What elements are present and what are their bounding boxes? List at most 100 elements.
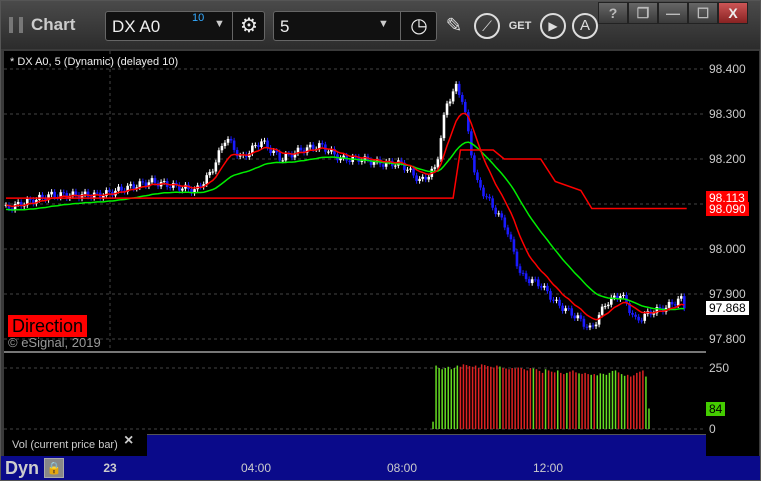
symbol-input[interactable]: DX A0 10 ▼ ⚙ <box>105 11 265 41</box>
candle-body <box>83 191 87 195</box>
candle-body <box>637 316 640 321</box>
candle-body <box>543 285 546 288</box>
candle-body <box>284 153 288 161</box>
candle-body <box>257 145 260 147</box>
candle-body <box>226 138 230 143</box>
interval-value: 5 <box>280 17 290 36</box>
fast-ma-line <box>5 112 685 321</box>
price-tick-label: 98.200 <box>709 152 746 166</box>
candle-body <box>500 213 504 218</box>
volume-pane-label: Vol (current price bar) <box>12 439 118 451</box>
candle-body <box>591 325 595 327</box>
symbol-value: DX A0 <box>112 17 161 36</box>
symbol-badge: 10 <box>192 12 205 24</box>
candle-body <box>281 160 285 162</box>
candle-body <box>564 308 567 311</box>
clock-icon[interactable]: ◷ <box>400 12 437 40</box>
minimize-button[interactable]: — <box>658 2 688 24</box>
candle-body <box>488 196 491 199</box>
candle-body <box>576 315 580 319</box>
time-tick-label: 12:00 <box>533 461 564 475</box>
candle-body <box>588 325 592 328</box>
price-axis[interactable]: 98.40098.30098.20098.10098.00097.90097.8… <box>706 51 759 456</box>
candle-body <box>682 296 686 309</box>
candle-body <box>567 308 570 310</box>
close-pane-icon[interactable]: × <box>124 432 133 450</box>
lock-icon[interactable]: 🔒 <box>44 458 64 478</box>
candle-body <box>421 176 424 179</box>
candle-body <box>220 146 224 151</box>
candle-body <box>62 192 66 194</box>
candle-body <box>634 314 637 317</box>
gear-icon[interactable]: ⚙ <box>232 12 265 40</box>
volume-current-marker: 84 <box>706 401 726 416</box>
candle-body <box>600 306 604 315</box>
candle-body <box>308 144 312 148</box>
candle-body <box>476 172 479 181</box>
candle-body <box>549 291 552 300</box>
candle-body <box>162 181 166 183</box>
time-axis[interactable]: Dyn 🔒 23 04:00 08:00 12:00 <box>1 456 760 480</box>
restore-menu-button[interactable]: ❐ <box>628 2 658 24</box>
alert-icon[interactable]: A <box>572 13 598 39</box>
candle-body <box>266 140 269 148</box>
chart-window: Chart DX A0 10 ▼ ⚙ 5 ▼ ◷ ✎ ⟋ GET ▶ A ? ❐… <box>0 0 761 481</box>
candle-body <box>509 234 513 240</box>
get-icon[interactable]: GET <box>507 13 533 39</box>
help-button[interactable]: ? <box>598 2 628 24</box>
candle-body <box>518 266 522 273</box>
candle-body <box>640 320 643 322</box>
drag-grip-icon[interactable] <box>9 17 23 33</box>
candle-body <box>394 165 397 167</box>
maximize-button[interactable]: ☐ <box>688 2 718 24</box>
price-marker: 97.868 <box>706 301 749 316</box>
candle-body <box>497 213 501 215</box>
mode-label: Dyn <box>5 458 40 478</box>
candle-body <box>214 162 218 172</box>
candle-body <box>473 155 476 173</box>
chart-legend: * DX A0, 5 (Dynamic) (delayed 10) <box>10 56 179 68</box>
candle-body <box>555 299 558 301</box>
candle-body <box>372 161 376 165</box>
candle-body <box>521 272 525 274</box>
candle-body <box>546 285 549 292</box>
pencil-icon[interactable]: ✎ <box>441 13 467 39</box>
study-icon[interactable]: ⟋ <box>474 13 500 39</box>
candle-body <box>232 140 236 150</box>
candle-body <box>463 101 467 113</box>
candle-body <box>667 301 671 308</box>
candle-body <box>643 313 647 321</box>
candle-body <box>457 83 461 95</box>
chevron-down-icon[interactable]: ▼ <box>378 18 389 30</box>
candle-body <box>260 141 263 147</box>
candle-body <box>208 171 212 176</box>
candle-body <box>433 167 437 169</box>
candle-body <box>631 312 634 315</box>
candle-body <box>238 155 242 157</box>
interval-select[interactable]: 5 ▼ ◷ <box>273 11 437 41</box>
candle-body <box>254 145 257 147</box>
candle-body <box>29 199 32 201</box>
play-icon[interactable]: ▶ <box>540 13 566 39</box>
close-button[interactable]: X <box>718 2 748 24</box>
candle-body <box>153 178 157 183</box>
candle-body <box>460 94 464 102</box>
candle-body <box>536 279 540 287</box>
title-bar: Chart DX A0 10 ▼ ⚙ 5 ▼ ◷ ✎ ⟋ GET ▶ A ? ❐… <box>1 1 760 49</box>
candle-body <box>381 164 385 167</box>
candle-body <box>263 140 266 142</box>
chevron-down-icon[interactable]: ▼ <box>214 18 225 30</box>
candle-body <box>670 301 674 305</box>
candle-body <box>141 181 145 183</box>
window-title: Chart <box>31 15 76 34</box>
candle-body <box>53 191 56 198</box>
copyright: © eSignal, 2019 <box>8 335 101 350</box>
candle-body <box>74 191 78 195</box>
chart-area[interactable]: * DX A0, 5 (Dynamic) (delayed 10) Direct… <box>4 51 706 456</box>
candle-body <box>415 175 418 182</box>
candle-body <box>530 279 534 284</box>
candle-body <box>129 184 132 186</box>
candle-body <box>622 295 625 297</box>
price-marker: 98.090 <box>706 201 749 216</box>
candle-body <box>171 183 175 188</box>
